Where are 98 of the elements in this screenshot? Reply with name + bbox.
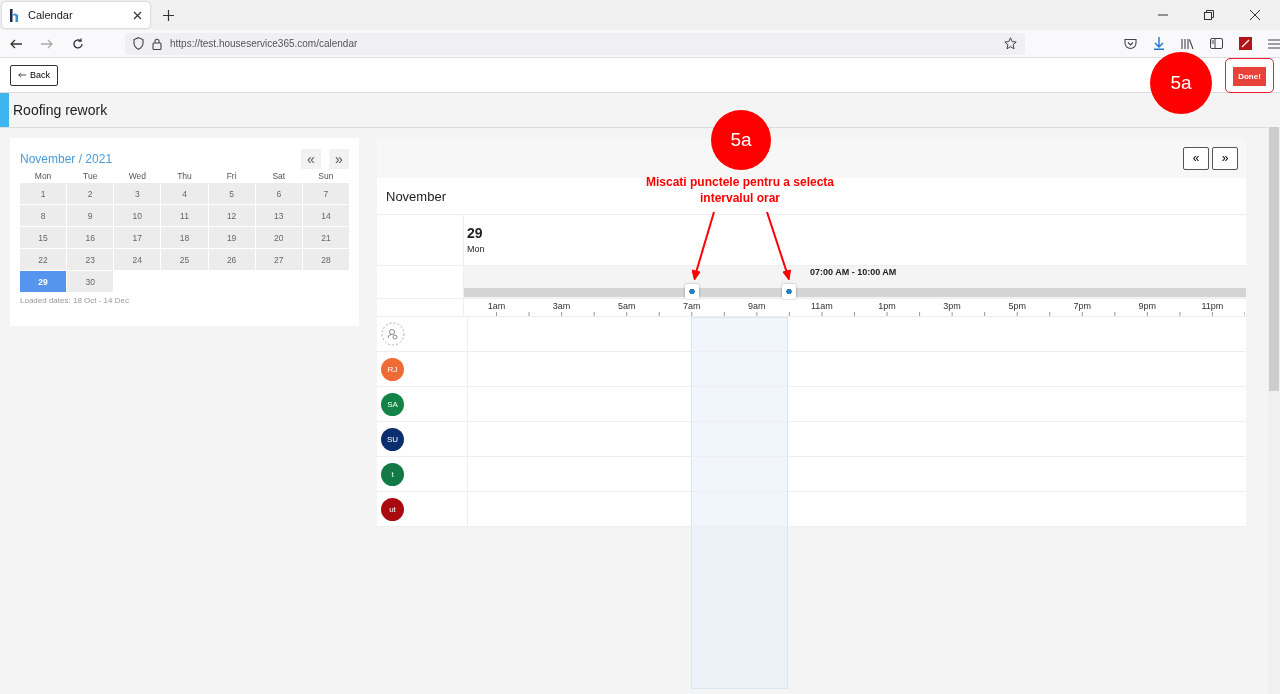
hour-label: 1pm bbox=[877, 301, 897, 311]
calendar-day[interactable]: 11 bbox=[161, 205, 208, 226]
month-year-title: November / 2021 bbox=[20, 152, 113, 166]
calendar-day[interactable]: 2 bbox=[67, 183, 114, 204]
url-text: https://test.houseservice365.com/calendar bbox=[170, 38, 359, 49]
hour-label: 7pm bbox=[1072, 301, 1093, 311]
range-handle[interactable] bbox=[684, 284, 699, 299]
weekday-label: Sun bbox=[317, 170, 335, 182]
next-button[interactable]: » bbox=[1212, 146, 1238, 170]
address-bar[interactable]: https://test.houseservice365.com/calendar bbox=[125, 32, 1025, 55]
pocket-icon[interactable] bbox=[1124, 37, 1137, 50]
reload-icon[interactable] bbox=[72, 37, 84, 50]
annotation-arrow bbox=[766, 211, 791, 281]
back-arrow-icon[interactable] bbox=[10, 38, 22, 49]
calendar-day[interactable]: 30 bbox=[67, 271, 114, 292]
close-icon[interactable] bbox=[133, 10, 142, 20]
hour-label: 3am bbox=[551, 301, 572, 311]
plus-icon[interactable] bbox=[163, 9, 174, 21]
loaded-dates-note: Loaded dates: 18 Oct - 14 Dec bbox=[20, 296, 130, 305]
close-icon[interactable] bbox=[1250, 10, 1260, 20]
calendar-day[interactable]: 8 bbox=[20, 205, 67, 226]
letter-logo-icon bbox=[10, 8, 20, 22]
calendar-day[interactable]: 5 bbox=[208, 183, 255, 204]
hour-label: 1am bbox=[486, 301, 507, 311]
menu-icon[interactable] bbox=[1268, 38, 1280, 49]
scrollbar[interactable] bbox=[1268, 127, 1280, 694]
calendar-day[interactable]: 21 bbox=[302, 227, 349, 248]
calendar-day[interactable]: 12 bbox=[208, 205, 255, 226]
accent-stripe bbox=[0, 93, 9, 127]
weekday-label: Thu bbox=[176, 170, 193, 182]
weekday-label: Tue bbox=[82, 170, 99, 182]
user-avatar[interactable]: t bbox=[381, 462, 404, 486]
time-range-label: 07:00 AM - 10:00 AM bbox=[810, 267, 897, 277]
calendar-day[interactable]: 3 bbox=[114, 183, 161, 204]
shield-icon bbox=[133, 37, 144, 50]
weekday-label: Wed bbox=[127, 170, 147, 182]
hour-label: 9am bbox=[747, 301, 767, 311]
calendar-day[interactable]: 25 bbox=[161, 249, 208, 270]
day-number: 29 bbox=[467, 225, 484, 241]
left-arrow-icon bbox=[18, 71, 26, 79]
calendar-day[interactable]: 18 bbox=[161, 227, 208, 248]
instruction-note: Miscati punctele pentru a selecta intervalul orar bbox=[644, 174, 836, 206]
hour-label: 7am bbox=[682, 301, 702, 311]
scrollbar-thumb[interactable] bbox=[1269, 127, 1279, 391]
download-icon[interactable] bbox=[1153, 37, 1165, 50]
hour-label: 9pm bbox=[1137, 301, 1158, 311]
calendar-day[interactable]: 13 bbox=[255, 205, 302, 226]
day-name: Mon bbox=[467, 244, 486, 254]
extension-icon[interactable] bbox=[1239, 37, 1252, 50]
weekday-label: Fri bbox=[225, 170, 238, 182]
hour-label: 5pm bbox=[1007, 301, 1027, 311]
user-avatar[interactable]: SA bbox=[381, 392, 404, 416]
page-title: Roofing rework bbox=[13, 102, 108, 118]
done-button[interactable]: Done! bbox=[1233, 66, 1266, 86]
next-month-button[interactable]: » bbox=[329, 149, 349, 169]
calendar-day[interactable]: 15 bbox=[20, 227, 67, 248]
calendar-day[interactable]: 23 bbox=[67, 249, 114, 270]
calendar-day[interactable]: 7 bbox=[302, 183, 349, 204]
star-icon[interactable] bbox=[1004, 37, 1017, 50]
restore-icon[interactable] bbox=[1204, 10, 1214, 20]
browser-tab[interactable]: Calendar bbox=[2, 2, 150, 28]
hour-label: 11pm bbox=[1200, 301, 1225, 311]
calendar-day[interactable]: 6 bbox=[255, 183, 302, 204]
previous-month-button[interactable]: « bbox=[301, 149, 321, 169]
sidebar-icon[interactable] bbox=[1210, 38, 1223, 49]
range-handle[interactable] bbox=[782, 284, 797, 299]
calendar-day[interactable]: 24 bbox=[114, 249, 161, 270]
calendar-day[interactable]: 14 bbox=[302, 205, 349, 226]
calendar-day[interactable]: 16 bbox=[67, 227, 114, 248]
user-avatar[interactable]: RJ bbox=[381, 357, 404, 381]
calendar-day[interactable]: 28 bbox=[302, 249, 349, 270]
weekday-label: Mon bbox=[33, 170, 53, 182]
calendar-day[interactable]: 26 bbox=[208, 249, 255, 270]
step-badge: 5a bbox=[1150, 52, 1212, 114]
month-label: November bbox=[386, 188, 446, 204]
calendar-day[interactable]: 27 bbox=[255, 249, 302, 270]
tab-title: Calendar bbox=[28, 9, 74, 21]
library-icon[interactable] bbox=[1181, 37, 1194, 50]
calendar-day[interactable]: 1 bbox=[20, 183, 67, 204]
hour-label: 11am bbox=[810, 301, 834, 311]
calendar-day[interactable]: 17 bbox=[114, 227, 161, 248]
calendar-day[interactable]: 9 bbox=[67, 205, 114, 226]
weekday-label: Sat bbox=[271, 170, 287, 182]
calendar-day[interactable]: 22 bbox=[20, 249, 67, 270]
back-button[interactable]: Back bbox=[10, 64, 58, 86]
previous-button[interactable]: « bbox=[1183, 146, 1209, 170]
hour-label: 5am bbox=[616, 301, 637, 311]
step-badge: 5a bbox=[711, 110, 771, 170]
user-avatar[interactable]: ut bbox=[381, 497, 404, 521]
lock-icon bbox=[152, 37, 162, 50]
calendar-day[interactable]: 10 bbox=[114, 205, 161, 226]
calendar-day[interactable]: 29 bbox=[20, 271, 67, 292]
calendar-day[interactable]: 19 bbox=[208, 227, 255, 248]
calendar-day[interactable]: 20 bbox=[255, 227, 302, 248]
annotation-arrow bbox=[692, 211, 715, 281]
user-avatar[interactable]: SU bbox=[381, 427, 404, 451]
calendar-day[interactable]: 4 bbox=[161, 183, 208, 204]
hour-label: 3pm bbox=[942, 301, 962, 311]
